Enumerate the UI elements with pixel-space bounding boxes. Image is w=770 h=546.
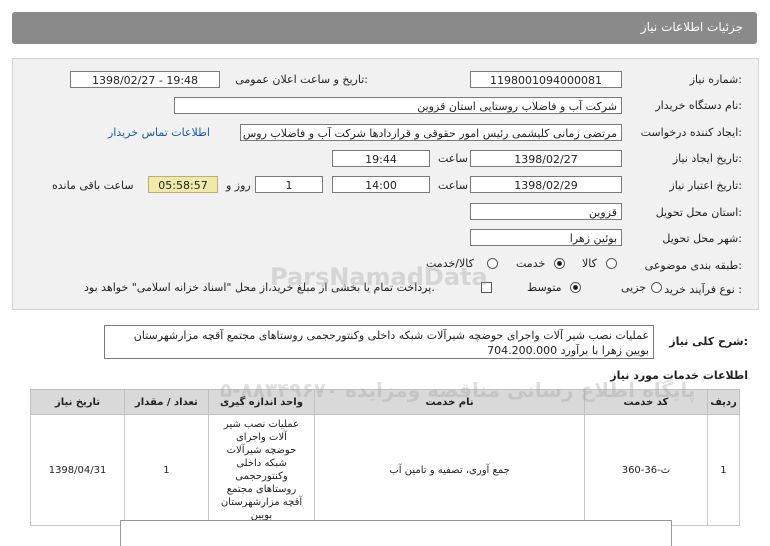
buyer-label: نام دستگاه خریدار: xyxy=(655,99,742,112)
next-section-box xyxy=(120,520,672,546)
city-label: شهر محل تحویل: xyxy=(662,232,742,245)
watermark-logo: ParsNamadData xyxy=(270,263,488,291)
need-number-field[interactable]: 1198001094000081 xyxy=(470,71,622,88)
created-time-label: ساعت xyxy=(438,152,468,165)
process-radio-medium[interactable] xyxy=(570,282,581,293)
created-time-field[interactable]: 19:44 xyxy=(332,150,430,167)
process-label: نوع فرآیند خرید : xyxy=(664,283,742,296)
remaining-label: ساعت باقی مانده xyxy=(52,179,134,192)
category-radio-goods-service[interactable] xyxy=(487,258,498,269)
col-quantity: تعداد / مقدار xyxy=(124,389,209,415)
description-label: شرح کلی نیاز: xyxy=(669,335,748,348)
buyer-field[interactable]: شرکت آب و فاضلاب روستایی استان قزوین xyxy=(174,97,622,114)
cell-need-date: 1398/04/31 xyxy=(29,414,126,526)
cell-quantity: 1 xyxy=(124,414,209,526)
category-radio-goods[interactable] xyxy=(606,258,617,269)
cell-service-name: جمع آوری، تصفیه و تامین آب xyxy=(314,414,585,526)
remaining-time-field: 05:58:57 xyxy=(148,176,218,193)
valid-date-field[interactable]: 1398/02/29 xyxy=(470,176,622,193)
category-option-goods: کالا xyxy=(582,257,597,270)
valid-date-label: تاریخ اعتبار نیاز: xyxy=(669,179,742,192)
valid-time-label: ساعت xyxy=(438,179,468,192)
province-label: استان محل تحویل: xyxy=(655,206,742,219)
watermark-text: پایگاه اطلاع رسانی مناقصه ومزایده ۸۸۳۴۹۶… xyxy=(220,378,696,402)
valid-time-field[interactable]: 14:00 xyxy=(332,176,430,193)
created-date-label: تاریخ ایجاد نیاز: xyxy=(672,152,742,165)
page-header: جزئیات اطلاعات نیاز xyxy=(12,12,757,44)
process-radio-minor[interactable] xyxy=(651,282,662,293)
announce-field[interactable]: 1398/02/27 - 19:48 xyxy=(70,71,220,88)
description-text: عملیات نصب شیر آلات واجرای حوضچه شیرآلات… xyxy=(104,325,654,359)
services-table: تاریخ نیاز تعداد / مقدار واحد اندازه گیر… xyxy=(29,389,741,526)
table-row: 1398/04/31 1 عملیات نصب شیر آلات واجرای … xyxy=(29,414,741,526)
contact-buyer-link[interactable]: اطلاعات تماس خریدار xyxy=(108,126,210,139)
cell-service-code: ث-36-360 xyxy=(583,414,708,526)
created-date-field[interactable]: 1398/02/27 xyxy=(470,150,622,167)
process-option-medium: متوسط xyxy=(527,281,562,294)
cell-unit: عملیات نصب شیر آلات واجرای حوضچه شیرآلات… xyxy=(207,414,316,526)
days-field[interactable]: 1 xyxy=(255,176,323,193)
announce-label: تاریخ و ساعت اعلان عمومی: xyxy=(235,73,368,86)
category-radio-service[interactable] xyxy=(554,258,565,269)
process-option-minor: جزیی xyxy=(621,281,647,294)
creator-label: ایجاد کننده درخواست: xyxy=(640,126,742,139)
creator-field[interactable]: مرتضی زمانی کلیشمی رئیس امور حقوقی و قرا… xyxy=(240,124,622,141)
category-option-service: خدمت xyxy=(516,257,546,270)
page-title: جزئیات اطلاعات نیاز xyxy=(640,20,743,34)
city-field[interactable]: بوئین زهرا xyxy=(470,229,622,246)
days-label: روز و xyxy=(226,179,251,192)
category-label: طبقه بندی موضوعی: xyxy=(644,259,742,272)
col-row: ردیف xyxy=(706,389,741,415)
province-field[interactable]: قزوین xyxy=(470,203,622,220)
need-number-label: شماره نیاز: xyxy=(689,73,742,86)
col-need-date: تاریخ نیاز xyxy=(29,389,126,415)
cell-row: 1 xyxy=(706,414,741,526)
